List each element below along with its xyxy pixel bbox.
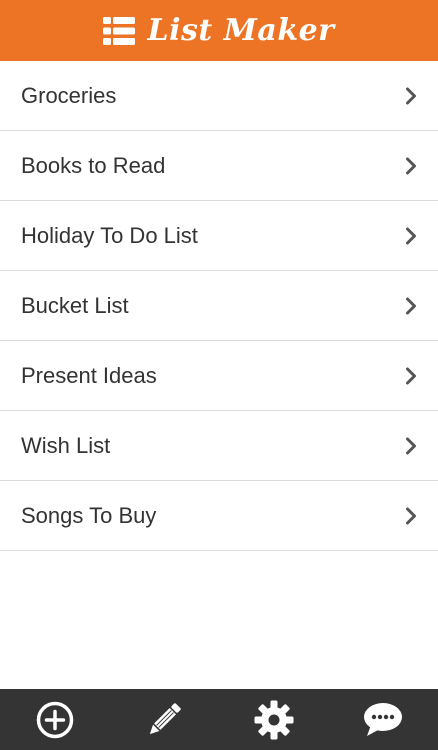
add-list-button[interactable]	[25, 695, 85, 745]
pencil-icon	[150, 702, 181, 734]
chevron-right-icon	[406, 297, 416, 314]
bottom-toolbar	[0, 689, 438, 750]
gear-icon	[254, 700, 294, 739]
chevron-right-icon	[406, 227, 416, 244]
list-item-label: Present Ideas	[21, 362, 157, 388]
list-item-present-ideas[interactable]: Present Ideas	[0, 341, 438, 411]
feedback-button[interactable]	[353, 695, 413, 745]
settings-button[interactable]	[244, 695, 304, 745]
list-item-books-to-read[interactable]: Books to Read	[0, 131, 438, 201]
app-title: List Maker	[147, 12, 335, 48]
list-item-label: Groceries	[21, 82, 117, 108]
chevron-right-icon	[406, 507, 416, 524]
app-logo: List Maker	[103, 12, 335, 48]
list-item-label: Bucket List	[21, 292, 129, 318]
list-item-label: Holiday To Do List	[21, 222, 198, 248]
list-item-label: Songs To Buy	[21, 502, 157, 528]
app-screen: List Maker Groceries Books to Read Holid…	[0, 0, 438, 750]
list-item-groceries[interactable]: Groceries	[0, 61, 438, 131]
header-bar: List Maker	[0, 0, 438, 61]
chevron-right-icon	[406, 367, 416, 384]
list-item-holiday-to-do-list[interactable]: Holiday To Do List	[0, 201, 438, 271]
chevron-right-icon	[406, 437, 416, 454]
list-item-songs-to-buy[interactable]: Songs To Buy	[0, 481, 438, 551]
list-item-wish-list[interactable]: Wish List	[0, 411, 438, 481]
list-item-label: Wish List	[21, 432, 111, 458]
edit-button[interactable]	[134, 695, 194, 745]
lists-list: Groceries Books to Read Holiday To Do Li…	[0, 61, 438, 551]
chevron-right-icon	[406, 87, 416, 104]
list-item-label: Books to Read	[21, 152, 166, 178]
chevron-right-icon	[406, 157, 416, 174]
list-item-bucket-list[interactable]: Bucket List	[0, 271, 438, 341]
chat-bubble-icon	[364, 702, 403, 736]
add-circle-icon	[36, 701, 73, 738]
list-icon	[103, 16, 136, 45]
